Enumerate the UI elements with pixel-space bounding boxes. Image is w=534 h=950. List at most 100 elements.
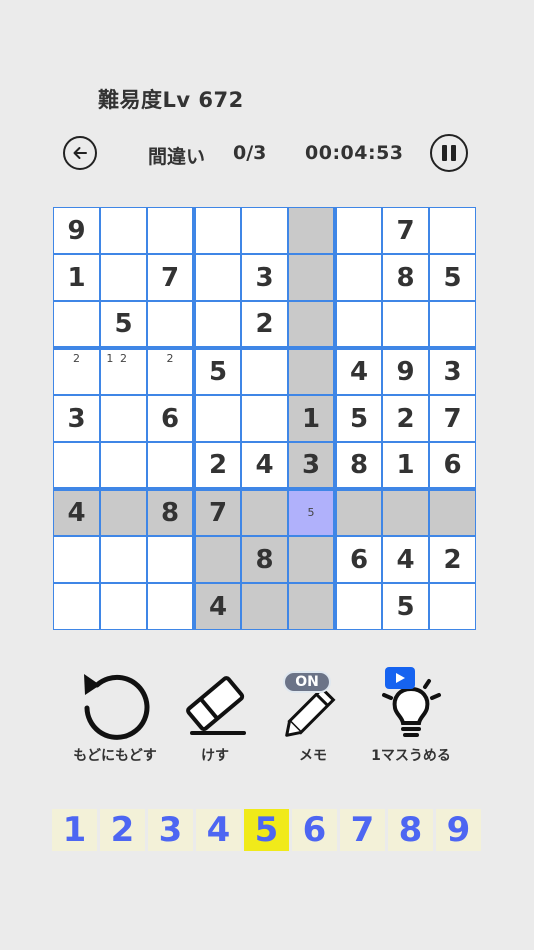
sudoku-cell[interactable]: 7 [194, 489, 241, 536]
sudoku-cell[interactable] [147, 536, 194, 583]
memo-note [103, 365, 117, 378]
sudoku-cell[interactable] [288, 536, 335, 583]
sudoku-cell[interactable]: 8 [335, 442, 382, 489]
sudoku-cell[interactable]: 1 [288, 395, 335, 442]
sudoku-cell[interactable] [382, 301, 429, 348]
back-button[interactable] [63, 136, 97, 170]
sudoku-cell[interactable]: 6 [429, 442, 476, 489]
sudoku-cell[interactable] [288, 254, 335, 301]
sudoku-cell[interactable] [335, 489, 382, 536]
memo-note [177, 352, 190, 365]
undo-button[interactable]: もどにもどす [60, 665, 170, 765]
sudoku-cell[interactable] [241, 583, 288, 630]
sudoku-cell[interactable] [335, 301, 382, 348]
sudoku-cell[interactable] [147, 207, 194, 254]
sudoku-cell[interactable]: 7 [382, 207, 429, 254]
number-key-3[interactable]: 3 [148, 809, 193, 851]
sudoku-cell[interactable]: 2 [429, 536, 476, 583]
sudoku-cell[interactable]: 7 [147, 254, 194, 301]
sudoku-cell[interactable] [288, 207, 335, 254]
sudoku-cell[interactable] [429, 489, 476, 536]
sudoku-cell[interactable] [53, 442, 100, 489]
sudoku-cell[interactable]: 1 [382, 442, 429, 489]
sudoku-cell[interactable] [335, 254, 382, 301]
sudoku-cell[interactable]: 5 [288, 489, 335, 536]
number-key-1[interactable]: 1 [52, 809, 97, 851]
number-key-8[interactable]: 8 [388, 809, 433, 851]
sudoku-cell[interactable] [288, 583, 335, 630]
sudoku-cell[interactable] [100, 489, 147, 536]
sudoku-cell[interactable] [100, 583, 147, 630]
sudoku-cell[interactable] [335, 583, 382, 630]
sudoku-cell[interactable]: 5 [429, 254, 476, 301]
number-key-9[interactable]: 9 [436, 809, 481, 851]
memo-note [291, 520, 304, 533]
sudoku-cell[interactable] [335, 207, 382, 254]
sudoku-cell[interactable]: 3 [429, 348, 476, 395]
sudoku-cell[interactable]: 7 [429, 395, 476, 442]
erase-button[interactable]: けす [160, 665, 270, 765]
sudoku-cell[interactable]: 5 [100, 301, 147, 348]
sudoku-cell[interactable]: 9 [53, 207, 100, 254]
sudoku-cell[interactable] [382, 489, 429, 536]
sudoku-cell[interactable]: 8 [241, 536, 288, 583]
sudoku-cell[interactable]: 4 [241, 442, 288, 489]
sudoku-cell[interactable] [100, 536, 147, 583]
sudoku-cell[interactable]: 2 [194, 442, 241, 489]
sudoku-cell[interactable] [241, 489, 288, 536]
sudoku-cell[interactable] [429, 301, 476, 348]
sudoku-cell[interactable]: 3 [53, 395, 100, 442]
sudoku-cell[interactable] [100, 254, 147, 301]
sudoku-cell[interactable]: 12 [100, 348, 147, 395]
sudoku-cell[interactable]: 4 [194, 583, 241, 630]
sudoku-cell[interactable] [241, 348, 288, 395]
sudoku-cell[interactable] [429, 207, 476, 254]
sudoku-cell[interactable]: 6 [147, 395, 194, 442]
sudoku-cell[interactable] [241, 207, 288, 254]
sudoku-cell[interactable]: 8 [147, 489, 194, 536]
sudoku-cell[interactable] [100, 442, 147, 489]
sudoku-cell[interactable]: 6 [335, 536, 382, 583]
sudoku-cell[interactable] [288, 301, 335, 348]
sudoku-cell[interactable] [100, 207, 147, 254]
sudoku-cell[interactable] [147, 583, 194, 630]
sudoku-cell[interactable]: 5 [335, 395, 382, 442]
sudoku-cell[interactable] [194, 207, 241, 254]
sudoku-cell[interactable] [53, 583, 100, 630]
sudoku-cell[interactable]: 1 [53, 254, 100, 301]
sudoku-cell[interactable]: 3 [241, 254, 288, 301]
sudoku-cell[interactable] [147, 442, 194, 489]
sudoku-cell[interactable] [53, 536, 100, 583]
sudoku-cell[interactable]: 2 [241, 301, 288, 348]
hint-button[interactable]: 1マスうめる [356, 665, 466, 765]
sudoku-cell[interactable]: 4 [335, 348, 382, 395]
sudoku-cell[interactable]: 5 [382, 583, 429, 630]
sudoku-cell[interactable] [429, 583, 476, 630]
memo-notes: 12 [103, 352, 144, 392]
number-key-6[interactable]: 6 [292, 809, 337, 851]
number-key-2[interactable]: 2 [100, 809, 145, 851]
number-key-5[interactable]: 5 [244, 809, 289, 851]
sudoku-cell[interactable]: 2 [147, 348, 194, 395]
sudoku-cell[interactable] [288, 348, 335, 395]
sudoku-cell[interactable]: 3 [288, 442, 335, 489]
number-key-7[interactable]: 7 [340, 809, 385, 851]
sudoku-cell[interactable]: 8 [382, 254, 429, 301]
sudoku-cell[interactable] [100, 395, 147, 442]
sudoku-cell[interactable] [194, 395, 241, 442]
sudoku-cell[interactable] [53, 301, 100, 348]
sudoku-cell[interactable]: 2 [53, 348, 100, 395]
sudoku-cell[interactable]: 9 [382, 348, 429, 395]
sudoku-cell[interactable]: 4 [53, 489, 100, 536]
sudoku-cell[interactable]: 5 [194, 348, 241, 395]
sudoku-cell[interactable] [241, 395, 288, 442]
memo-button[interactable]: ON メモ [258, 665, 368, 765]
sudoku-cell[interactable] [194, 254, 241, 301]
number-key-4[interactable]: 4 [196, 809, 241, 851]
sudoku-cell[interactable]: 4 [382, 536, 429, 583]
sudoku-cell[interactable]: 2 [382, 395, 429, 442]
sudoku-cell[interactable] [194, 301, 241, 348]
pause-button[interactable] [430, 134, 468, 172]
sudoku-cell[interactable] [147, 301, 194, 348]
sudoku-cell[interactable] [194, 536, 241, 583]
